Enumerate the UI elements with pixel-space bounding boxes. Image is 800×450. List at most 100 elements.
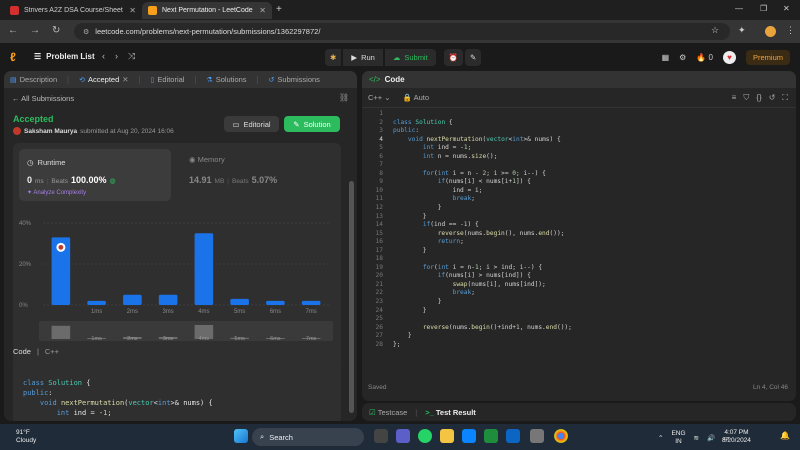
code-line[interactable]: 21 swap(nums[i], nums[ind]); bbox=[362, 281, 796, 290]
user-avatar[interactable]: ♥ bbox=[722, 51, 736, 64]
code-lines[interactable]: 1 2 class Solution {3 public: 4 void nextPer… bbox=[362, 110, 796, 349]
code-line[interactable]: 6 int n = nums.size(); bbox=[362, 153, 796, 162]
browser-tab-strivers[interactable]: Strivers A2Z DSA Course/Sheet ✕ bbox=[4, 2, 142, 19]
fullscreen-icon[interactable]: ⛶ bbox=[782, 93, 788, 103]
submit-button[interactable]: ☁ Submit bbox=[384, 49, 436, 66]
timer-button[interactable]: ⏰ bbox=[443, 49, 464, 66]
menu-dots-icon[interactable]: ⋮ bbox=[786, 25, 795, 36]
code-line[interactable]: 10 ind = i; bbox=[362, 187, 796, 196]
share-link-icon[interactable]: ⛓ bbox=[339, 93, 349, 102]
extensions-icon[interactable]: ✦ bbox=[738, 25, 746, 36]
site-info-icon[interactable]: ⚙ bbox=[83, 28, 89, 36]
memory-header[interactable]: ◉ Memory bbox=[189, 155, 225, 164]
code-line[interactable]: 13 } bbox=[362, 213, 796, 222]
all-submissions-link[interactable]: ← All Submissions bbox=[12, 94, 74, 103]
code-line[interactable]: 26 reverse(nums.begin()+ind+1, nums.end(… bbox=[362, 324, 796, 333]
code-line[interactable]: 5 int ind = -1; bbox=[362, 144, 796, 153]
code-line[interactable]: 24 } bbox=[362, 307, 796, 316]
code-line[interactable]: 27 } bbox=[362, 332, 796, 341]
analyze-complexity-link[interactable]: ✦ Analyze Complexity bbox=[27, 189, 86, 196]
volume-icon[interactable]: 🔊 bbox=[707, 434, 715, 442]
code-line[interactable]: 25 bbox=[362, 315, 796, 324]
forward-icon[interactable]: → bbox=[30, 25, 40, 36]
code-line[interactable]: 22 break; bbox=[362, 289, 796, 298]
editorial-button[interactable]: ▭ Editorial bbox=[224, 116, 279, 132]
reset-icon[interactable]: ↺ bbox=[769, 93, 776, 103]
next-problem-icon[interactable]: › bbox=[115, 51, 118, 62]
close-tab-icon[interactable]: ✕ bbox=[122, 75, 128, 84]
profile-avatar-icon[interactable] bbox=[765, 26, 776, 37]
code-line[interactable]: 2 class Solution { bbox=[362, 119, 796, 128]
close-tab-icon[interactable]: ✕ bbox=[259, 6, 266, 15]
submitted-code-preview[interactable]: class Solution {public: void nextPermuta… bbox=[13, 364, 341, 421]
format-icon[interactable]: ≡ bbox=[732, 93, 737, 103]
problem-list-link[interactable]: ☰ Problem List bbox=[34, 52, 95, 61]
task-view-icon[interactable] bbox=[374, 429, 388, 443]
code-line[interactable]: 28}; bbox=[362, 341, 796, 350]
tab-solutions[interactable]: ⚗ Solutions bbox=[206, 75, 246, 84]
tab-testcase[interactable]: ☑ Testcase bbox=[369, 408, 407, 417]
bookmark-star-icon[interactable]: ☆ bbox=[711, 25, 719, 36]
file-explorer-icon[interactable] bbox=[440, 429, 454, 443]
tab-test-result[interactable]: >_ Test Result bbox=[425, 408, 476, 417]
code-line[interactable]: 11 break; bbox=[362, 195, 796, 204]
code-line[interactable]: 12 } bbox=[362, 204, 796, 213]
panel-scrollbar[interactable] bbox=[349, 181, 354, 413]
debug-button[interactable]: ✱ bbox=[325, 49, 342, 66]
shuffle-icon[interactable]: ⤨ bbox=[128, 51, 135, 62]
minimize-icon[interactable]: — bbox=[735, 4, 743, 13]
whatsapp-icon[interactable] bbox=[418, 429, 432, 443]
runtime-box[interactable]: ◷ Runtime 0 ms | Beats 100.00% ◍ ✦ Analyz… bbox=[19, 149, 171, 201]
chrome-icon[interactable] bbox=[554, 429, 568, 443]
code-line[interactable]: 4 void nextPermutation(vector<int>& nums… bbox=[362, 136, 796, 145]
address-bar[interactable]: ⚙ leetcode.com/problems/next-permutation… bbox=[74, 23, 730, 40]
language-select[interactable]: C++ ⌄ bbox=[368, 93, 391, 102]
language-indicator[interactable]: ENG IN bbox=[671, 430, 685, 446]
code-line[interactable]: 7 bbox=[362, 161, 796, 170]
premium-button[interactable]: Premium bbox=[745, 50, 790, 65]
tab-description[interactable]: ▤ Description bbox=[10, 75, 57, 84]
new-tab-icon[interactable]: + bbox=[276, 4, 282, 15]
streak-counter[interactable]: 🔥 0 bbox=[696, 53, 713, 62]
user-avatar[interactable] bbox=[13, 127, 21, 135]
code-line[interactable]: 19 for(int i = n-1; i > ind; i--) { bbox=[362, 264, 796, 273]
linkedin-icon[interactable] bbox=[506, 429, 520, 443]
code-line[interactable]: 1 bbox=[362, 110, 796, 119]
braces-icon[interactable]: {} bbox=[756, 93, 761, 103]
code-line[interactable]: 3 public: bbox=[362, 127, 796, 136]
mail-icon[interactable] bbox=[530, 429, 544, 443]
code-line[interactable]: 14 if(ind == -1) { bbox=[362, 221, 796, 230]
leetcode-logo-icon[interactable]: ℓ bbox=[10, 50, 22, 64]
notification-bell-icon[interactable]: 🔔 bbox=[780, 431, 790, 440]
edge-icon[interactable] bbox=[462, 429, 476, 443]
prev-problem-icon[interactable]: ‹ bbox=[102, 51, 105, 62]
code-line[interactable]: 18 bbox=[362, 255, 796, 264]
code-line[interactable]: 15 reverse(nums.begin(), nums.end()); bbox=[362, 230, 796, 239]
taskbar-search[interactable]: ⌕ Search bbox=[252, 428, 364, 446]
auto-mode[interactable]: 🔒 Auto bbox=[403, 93, 429, 102]
notes-button[interactable]: ✎ bbox=[465, 49, 482, 66]
tab-accepted[interactable]: ⟲ Accepted ✕ bbox=[79, 75, 128, 84]
chevron-up-icon[interactable]: ⌃ bbox=[658, 434, 663, 442]
wifi-icon[interactable]: ≋ bbox=[694, 434, 699, 442]
solution-button[interactable]: ✎ Solution bbox=[284, 116, 340, 132]
username[interactable]: Saksham Maurya bbox=[24, 128, 77, 135]
close-tab-icon[interactable]: ✕ bbox=[129, 6, 136, 15]
close-window-icon[interactable]: ✕ bbox=[783, 4, 790, 13]
teams-icon[interactable] bbox=[396, 429, 410, 443]
code-line[interactable]: 8 for(int i = n - 2; i >= 0; i--) { bbox=[362, 170, 796, 179]
layout-icon[interactable]: ▦ bbox=[662, 53, 670, 62]
browser-tab-leetcode[interactable]: Next Permutation - LeetCode ✕ bbox=[142, 2, 272, 19]
back-icon[interactable]: ← bbox=[8, 25, 18, 36]
maximize-icon[interactable]: ❐ bbox=[760, 4, 767, 13]
settings-gear-icon[interactable]: ⚙ bbox=[679, 53, 686, 62]
excel-icon[interactable] bbox=[484, 429, 498, 443]
tab-submissions[interactable]: ↺ Submissions bbox=[269, 75, 320, 84]
editor-tab[interactable]: </> Code bbox=[362, 71, 796, 88]
code-line[interactable]: 9 if(nums[i] < nums[i+1]) { bbox=[362, 178, 796, 187]
tab-editorial[interactable]: ▯ Editorial bbox=[151, 75, 185, 84]
bookmark-icon[interactable]: ⛉ bbox=[743, 93, 749, 103]
system-clock[interactable]: 4:07 PM 8/20/2024 bbox=[722, 429, 751, 445]
code-line[interactable]: 16 return; bbox=[362, 238, 796, 247]
weather-widget[interactable]: 91°F Cloudy bbox=[16, 429, 36, 445]
